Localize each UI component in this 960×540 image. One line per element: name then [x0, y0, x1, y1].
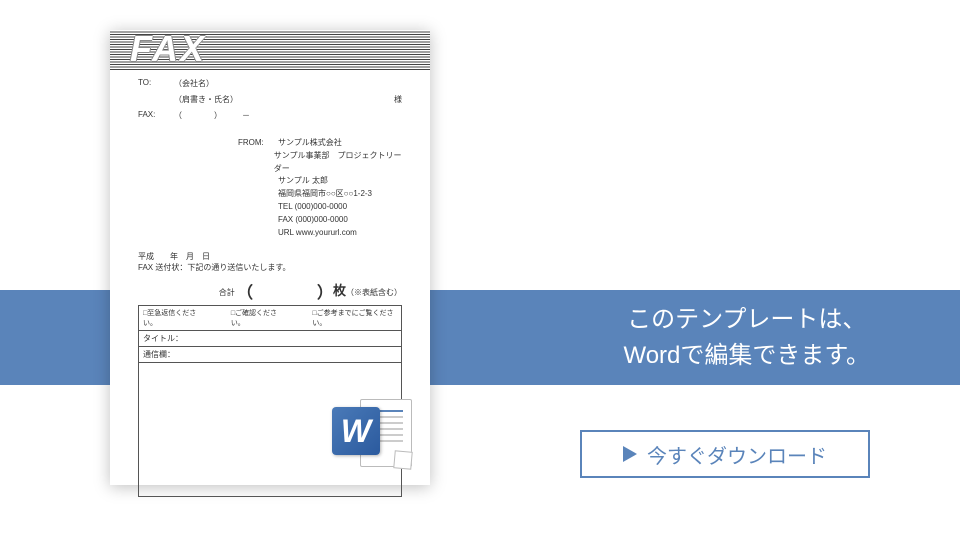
from-label: FROM: [238, 137, 278, 150]
to-company: （会社名） [174, 78, 402, 90]
from-tel: TEL (000)000-0000 [278, 201, 347, 214]
from-url: URL www.yoururl.com [278, 227, 357, 240]
download-label: 今すぐダウンロード [647, 440, 827, 469]
date-value: 平成 年 月 日 [138, 251, 402, 262]
checkbox-row: □至急返信ください。 □ご確認ください。 □ご参考までにご覧ください。 [138, 305, 402, 330]
to-section: TO:（会社名） （肩書き・氏名）様 FAX:（ ） － [138, 78, 402, 122]
from-address: 福岡県福岡市○○区○○1-2-3 [278, 188, 372, 201]
play-icon [623, 446, 637, 462]
document-preview: FAX TO:（会社名） （肩書き・氏名）様 FAX:（ ） － FROM:サン… [110, 30, 430, 485]
word-icon: W [332, 393, 412, 473]
to-dept: （肩書き・氏名） [174, 94, 394, 106]
to-label: TO: [138, 78, 174, 90]
from-dept: サンプル事業部 プロジェクトリーダー [274, 150, 402, 176]
title-field: タイトル： [138, 330, 402, 346]
date-section: 平成 年 月 日 FAX 送付状：下記の通り送信いたします。 [138, 251, 402, 273]
total-row: 合計 （ ）枚（※表紙含む） [138, 279, 402, 303]
cover-text: FAX 送付状：下記の通り送信いたします。 [138, 262, 402, 273]
to-suffix: 様 [394, 94, 402, 106]
check-2: □ご確認ください。 [231, 308, 285, 328]
total-mai: 枚 [333, 283, 346, 298]
fax-header: FAX [110, 30, 430, 70]
download-button[interactable]: 今すぐダウンロード [580, 430, 870, 478]
from-name: サンプル 太郎 [278, 175, 328, 188]
banner-line-1: このテンプレートは、 [623, 302, 870, 338]
total-note: （※表紙含む） [346, 288, 402, 297]
from-section: FROM:サンプル株式会社 サンプル事業部 プロジェクトリーダー サンプル 太郎… [238, 137, 402, 239]
to-fax-value: （ ） － [174, 110, 402, 122]
banner-text: このテンプレートは、 Wordで編集できます。 [623, 302, 870, 374]
total-label: 合計 [219, 288, 235, 297]
to-fax-label: FAX: [138, 110, 174, 122]
check-1: □至急返信ください。 [143, 308, 203, 328]
from-company: サンプル株式会社 [278, 137, 342, 150]
banner-line-2: Wordで編集できます。 [623, 338, 870, 374]
check-3: □ご参考までにご覧ください。 [312, 308, 397, 328]
from-fax: FAX (000)000-0000 [278, 214, 348, 227]
message-label: 通信欄： [138, 346, 402, 362]
fax-title: FAX [130, 28, 206, 70]
